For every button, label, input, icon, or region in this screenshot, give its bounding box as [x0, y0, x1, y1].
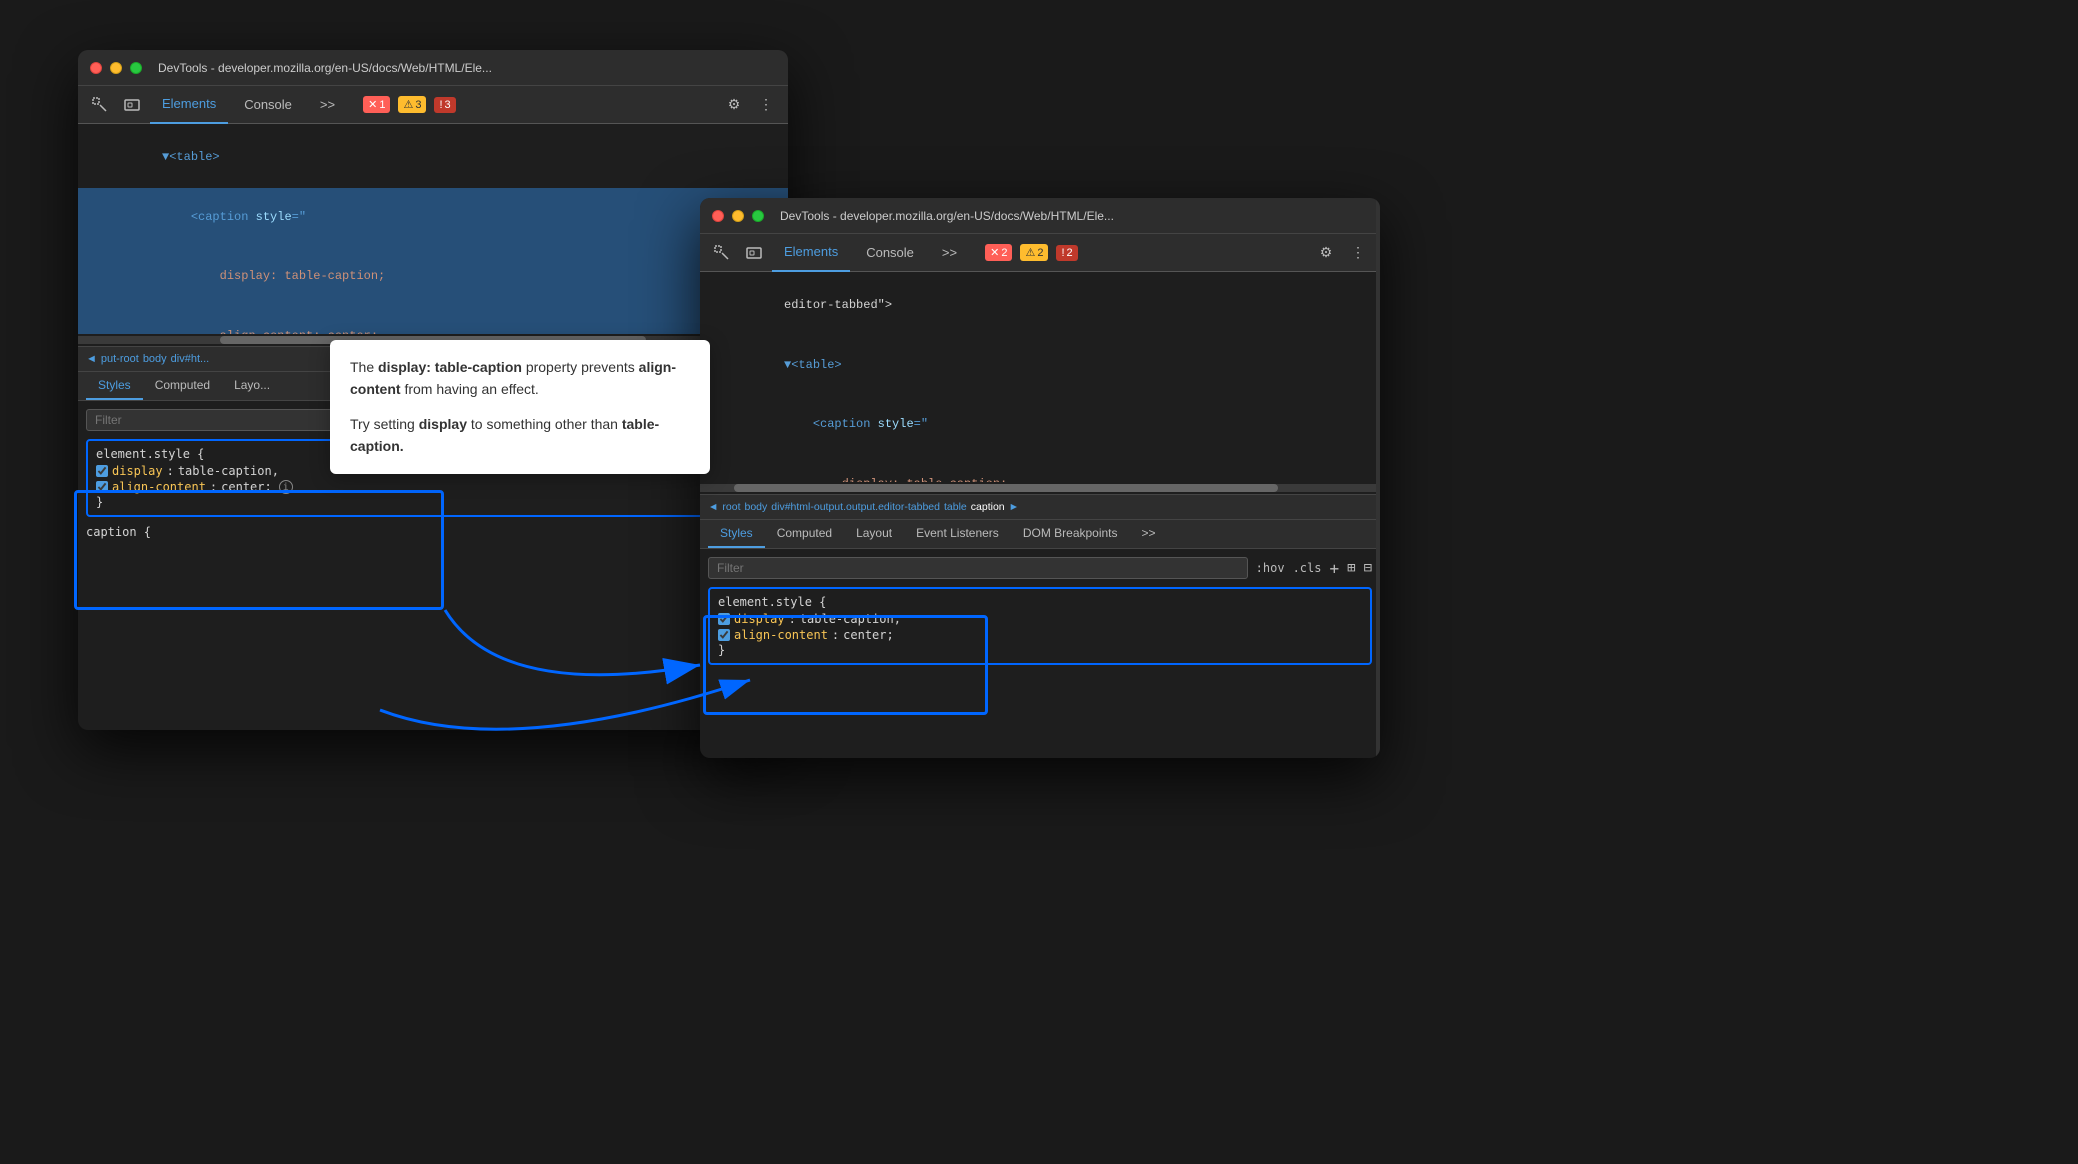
tab-more-panel-2[interactable]: >>: [1130, 520, 1168, 548]
prop-checkbox-align-1[interactable]: [96, 481, 108, 493]
tab-console-2[interactable]: Console: [854, 234, 926, 272]
caption-rule: caption {: [86, 525, 780, 539]
html-line[interactable]: display: table-caption;: [700, 455, 1380, 482]
inspect-icon[interactable]: [86, 91, 114, 119]
breadcrumb-caption-2[interactable]: caption: [971, 501, 1005, 513]
tab-layout-2[interactable]: Layout: [844, 520, 904, 548]
prop-name-display-1: display: [112, 464, 163, 478]
style-prop-display-2: display : table-caption;: [718, 611, 1362, 627]
breadcrumb-forward-2[interactable]: ►: [1009, 501, 1019, 513]
settings-icon-2[interactable]: ⚙: [1312, 239, 1340, 267]
cls-button[interactable]: .cls: [1293, 561, 1322, 575]
layout-button[interactable]: ⊟: [1364, 560, 1372, 576]
html-tree-1: ▼<table> <caption style=" display: table…: [78, 124, 788, 334]
minimize-button-1[interactable]: [110, 62, 122, 74]
prop-name-align-2: align-content: [734, 628, 828, 642]
more-icon-1[interactable]: ⋮: [752, 91, 780, 119]
horizontal-scrollbar-2[interactable]: [700, 484, 1380, 492]
html-line[interactable]: editor-tabbed">: [700, 276, 1380, 336]
resize-handle[interactable]: [1376, 198, 1380, 758]
breadcrumb-div-2[interactable]: div#html-output.output.editor-tabbed: [771, 501, 940, 513]
tab-computed-1[interactable]: Computed: [143, 372, 222, 400]
prop-value-display-2: table-caption;: [800, 612, 901, 626]
devtools-window-2: DevTools - developer.mozilla.org/en-US/d…: [700, 198, 1380, 758]
breadcrumb-back-2[interactable]: ◄: [708, 501, 718, 513]
html-line[interactable]: <caption style=": [78, 188, 788, 248]
styles-panel-2: :hov .cls + ⊞ ⊟ element.style { display …: [700, 549, 1380, 673]
hov-button[interactable]: :hov: [1256, 561, 1285, 575]
tab-elements-2[interactable]: Elements: [772, 234, 850, 272]
info-icon-1: i: [279, 480, 293, 494]
tab-more-2[interactable]: >>: [930, 234, 969, 272]
breadcrumb-root-1[interactable]: put-root: [101, 353, 139, 365]
prop-checkbox-display-2[interactable]: [718, 613, 730, 625]
info-badge-1: !3: [434, 97, 455, 113]
html-tree-2: editor-tabbed"> ▼<table> <caption style=…: [700, 272, 1380, 482]
error-badge-2: ✕2: [985, 244, 1012, 261]
inspect-icon-2[interactable]: [708, 239, 736, 267]
tab-computed-2[interactable]: Computed: [765, 520, 844, 548]
close-button-2[interactable]: [712, 210, 724, 222]
tooltip-line2: Try setting display to something other t…: [350, 413, 690, 458]
error-badge-1: ✕1: [363, 96, 390, 113]
html-line[interactable]: align-content: center;: [78, 307, 788, 334]
prop-value-align-1: center;: [221, 480, 272, 494]
settings-icon-1[interactable]: ⚙: [720, 91, 748, 119]
tab-layout-1[interactable]: Layo...: [222, 372, 282, 400]
warning-badge-1: ⚠3: [398, 96, 426, 113]
breadcrumb-table-2[interactable]: table: [944, 501, 967, 513]
breadcrumb-root-2[interactable]: root: [722, 501, 740, 513]
more-icon-2[interactable]: ⋮: [1344, 239, 1372, 267]
html-line[interactable]: ▼<table>: [700, 336, 1380, 396]
tooltip-line1: The display: table-caption property prev…: [350, 356, 690, 401]
prop-value-display-1: table-caption,: [178, 464, 279, 478]
html-line[interactable]: <caption style=": [700, 395, 1380, 455]
tooltip-box: The display: table-caption property prev…: [330, 340, 710, 474]
window-title-1: DevTools - developer.mozilla.org/en-US/d…: [158, 61, 492, 75]
breadcrumb-back-1[interactable]: ◄: [86, 353, 97, 365]
add-style-button[interactable]: +: [1329, 559, 1339, 578]
toolbar-2: Elements Console >> ✕2 ⚠2 !2 ⚙ ⋮: [700, 234, 1380, 272]
window-titlebar-1: DevTools - developer.mozilla.org/en-US/d…: [78, 50, 788, 86]
html-line[interactable]: display: table-caption;: [78, 247, 788, 307]
style-rule-2: element.style { display : table-caption;…: [708, 587, 1372, 665]
breadcrumb-body-1[interactable]: body: [143, 353, 167, 365]
style-prop-align-1: align-content : center; i: [96, 479, 770, 495]
prop-value-align-2: center;: [843, 628, 894, 642]
tab-event-2[interactable]: Event Listeners: [904, 520, 1011, 548]
prop-name-display-2: display: [734, 612, 785, 626]
device-icon[interactable]: [118, 91, 146, 119]
tab-more-1[interactable]: >>: [308, 86, 347, 124]
breadcrumb-div-1[interactable]: div#ht...: [171, 353, 210, 365]
warning-badge-2: ⚠2: [1020, 244, 1048, 261]
maximize-button-2[interactable]: [752, 210, 764, 222]
minimize-button-2[interactable]: [732, 210, 744, 222]
prop-checkbox-align-2[interactable]: [718, 629, 730, 641]
panel-tabs-2: Styles Computed Layout Event Listeners D…: [700, 520, 1380, 549]
breadcrumb-2: ◄ root body div#html-output.output.edito…: [700, 494, 1380, 520]
prop-checkbox-display-1[interactable]: [96, 465, 108, 477]
info-badge-2: !2: [1056, 245, 1077, 261]
device-icon-2[interactable]: [740, 239, 768, 267]
tab-styles-2[interactable]: Styles: [708, 520, 765, 548]
toggle-button[interactable]: ⊞: [1347, 560, 1355, 576]
toolbar-1: Elements Console >> ✕1 ⚠3 !3 ⚙ ⋮: [78, 86, 788, 124]
tab-dom-2[interactable]: DOM Breakpoints: [1011, 520, 1130, 548]
rule-footer-2: }: [718, 643, 1362, 657]
tab-console-1[interactable]: Console: [232, 86, 304, 124]
window-titlebar-2: DevTools - developer.mozilla.org/en-US/d…: [700, 198, 1380, 234]
filter-input-2[interactable]: [708, 557, 1248, 579]
window-title-2: DevTools - developer.mozilla.org/en-US/d…: [780, 209, 1114, 223]
style-prop-align-2: align-content : center;: [718, 627, 1362, 643]
rule-header-2: element.style {: [718, 595, 1362, 609]
html-line[interactable]: ▼<table>: [78, 128, 788, 188]
tab-styles-1[interactable]: Styles: [86, 372, 143, 400]
maximize-button-1[interactable]: [130, 62, 142, 74]
prop-name-align-1: align-content: [112, 480, 206, 494]
close-button-1[interactable]: [90, 62, 102, 74]
breadcrumb-body-2[interactable]: body: [745, 501, 768, 513]
rule-footer-1: }: [96, 495, 770, 509]
tab-elements-1[interactable]: Elements: [150, 86, 228, 124]
